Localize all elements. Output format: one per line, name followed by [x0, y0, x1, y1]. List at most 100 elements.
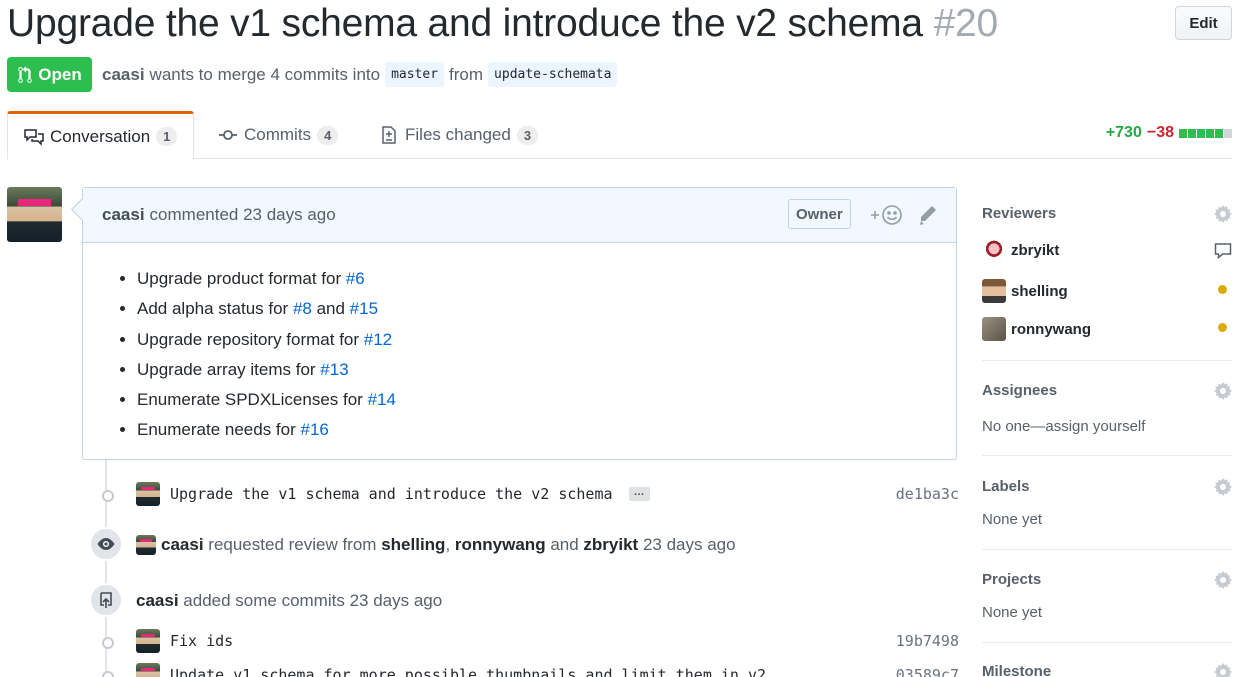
- author-link[interactable]: caasi: [102, 65, 145, 85]
- list-item: Enumerate SPDXLicenses for #14: [137, 385, 956, 415]
- base-branch[interactable]: master: [385, 62, 445, 87]
- comment-author[interactable]: caasi: [102, 205, 145, 225]
- comment-discussion-icon: [24, 128, 44, 146]
- reviewer-name: ronnywang: [1011, 320, 1092, 338]
- commit-sha[interactable]: 03589c7: [896, 666, 959, 677]
- issue-link[interactable]: #6: [346, 269, 365, 288]
- commit-row: Fix ids 19b7498: [99, 629, 959, 653]
- comment-body: Upgrade product format for #6 Add alpha …: [83, 243, 956, 446]
- additions-count: +730: [1105, 124, 1142, 141]
- commit-message[interactable]: Fix ids: [170, 632, 233, 650]
- labels-value: None yet: [982, 511, 1043, 528]
- event-actor[interactable]: caasi: [136, 591, 179, 611]
- eye-icon: [89, 527, 123, 561]
- from-text: from: [449, 64, 484, 84]
- event-text: requested review from: [208, 535, 377, 554]
- pending-review-dot: [1218, 323, 1227, 332]
- commits-added-event: caasi added some commits 23 days ago: [136, 591, 442, 611]
- reviewer-link[interactable]: ronnywang: [455, 535, 546, 555]
- commit-avatar[interactable]: [136, 663, 160, 677]
- milestone-section: Milestone: [982, 663, 1232, 677]
- issue-link[interactable]: #14: [368, 390, 396, 409]
- labels-title[interactable]: Labels: [982, 478, 1232, 495]
- file-diff-icon: [382, 126, 396, 144]
- tab-conversation-label: Conversation: [50, 126, 151, 146]
- reviewer-avatar: [982, 279, 1006, 303]
- gear-icon[interactable]: [1214, 663, 1232, 677]
- sidebar-divider: [982, 642, 1232, 643]
- issue-link[interactable]: #12: [364, 330, 392, 349]
- comment-header: caasi commented 23 days ago Owner: [83, 188, 956, 243]
- assign-yourself-link[interactable]: No one—assign yourself: [982, 418, 1232, 435]
- pending-review-dot: [1218, 285, 1227, 294]
- item-text: Add alpha status for: [137, 299, 293, 319]
- comment-icon: [1214, 243, 1232, 260]
- reviewer-item[interactable]: shelling: [982, 279, 1068, 303]
- event-avatar[interactable]: [136, 535, 156, 555]
- item-text: Upgrade repository format for: [137, 329, 364, 349]
- assignees-section: Assignees No one—assign yourself: [982, 382, 1232, 442]
- commit-message[interactable]: Update v1 schema for more possible thumb…: [170, 666, 766, 677]
- issue-link[interactable]: #16: [300, 420, 328, 439]
- reviewer-item[interactable]: ronnywang: [982, 317, 1091, 341]
- reviewer-link[interactable]: shelling: [381, 535, 445, 555]
- reviewer-item[interactable]: zbryikt: [982, 238, 1059, 262]
- edit-button[interactable]: Edit: [1175, 6, 1232, 40]
- issue-link[interactable]: #8: [293, 299, 312, 318]
- sidebar-divider: [982, 549, 1232, 550]
- pr-title: Upgrade the v1 schema and introduce the …: [7, 2, 998, 46]
- repo-push-icon: [89, 583, 123, 617]
- reviewer-name: shelling: [1011, 282, 1068, 300]
- reviewer-avatar: [982, 238, 1006, 262]
- tab-files-changed[interactable]: Files changed 3: [363, 111, 554, 159]
- git-pull-request-icon: [18, 65, 33, 83]
- comment-timestamp: commented 23 days ago: [149, 205, 336, 224]
- list-item: Upgrade repository format for #12: [137, 325, 956, 355]
- issue-link[interactable]: #13: [320, 360, 348, 379]
- item-text: Upgrade product format for: [137, 269, 346, 288]
- state-badge: Open: [7, 57, 92, 92]
- owner-label: Owner: [788, 199, 851, 229]
- commit-sha[interactable]: 19b7498: [896, 632, 959, 650]
- git-commit-icon: [99, 668, 114, 677]
- pr-number: #20: [933, 2, 999, 45]
- commit-sha[interactable]: de1ba3c: [896, 485, 959, 503]
- head-branch[interactable]: update-schemata: [488, 62, 618, 87]
- tab-conversation-count: 1: [156, 127, 178, 146]
- event-and: and: [550, 535, 579, 554]
- list-item: Enumerate needs for #16: [137, 415, 956, 445]
- gear-icon[interactable]: [1214, 205, 1232, 223]
- issue-link[interactable]: #15: [350, 299, 378, 318]
- event-text: added some commits 23 days ago: [183, 591, 443, 610]
- tab-files-label: Files changed: [405, 125, 511, 144]
- sidebar-divider: [982, 360, 1232, 361]
- commit-row: Update v1 schema for more possible thumb…: [99, 663, 959, 677]
- reviewers-section: Reviewers zbryikt shelling ronnywang: [982, 205, 1232, 345]
- pencil-icon[interactable]: [918, 204, 938, 226]
- add-reaction-icon[interactable]: [869, 203, 905, 227]
- gear-icon[interactable]: [1214, 382, 1232, 400]
- commit-message[interactable]: Upgrade the v1 schema and introduce the …: [170, 485, 613, 503]
- tab-commits[interactable]: Commits 4: [202, 111, 354, 159]
- commit-avatar[interactable]: [136, 482, 160, 506]
- tab-conversation[interactable]: Conversation 1: [7, 111, 195, 160]
- author-avatar[interactable]: [7, 187, 62, 242]
- list-item: Upgrade product format for #6: [137, 264, 956, 294]
- deletions-count: −38: [1146, 124, 1174, 141]
- reviewer-link[interactable]: zbryikt: [583, 535, 638, 555]
- tab-commits-label: Commits: [244, 125, 312, 144]
- event-sep: ,: [445, 535, 451, 554]
- milestone-title[interactable]: Milestone: [982, 663, 1232, 677]
- expand-commit-button[interactable]: …: [628, 487, 650, 501]
- gear-icon[interactable]: [1214, 571, 1232, 589]
- diffstat-bar: [1179, 128, 1232, 138]
- gear-icon[interactable]: [1214, 478, 1232, 496]
- reviewers-title[interactable]: Reviewers: [982, 205, 1232, 222]
- event-actor[interactable]: caasi: [161, 535, 204, 555]
- commit-avatar[interactable]: [136, 629, 160, 653]
- assignees-title[interactable]: Assignees: [982, 382, 1232, 399]
- reviewer-avatar: [982, 317, 1006, 341]
- item-joiner: and: [311, 299, 350, 319]
- merge-text: wants to merge 4 commits into: [149, 64, 381, 84]
- projects-title[interactable]: Projects: [982, 571, 1232, 588]
